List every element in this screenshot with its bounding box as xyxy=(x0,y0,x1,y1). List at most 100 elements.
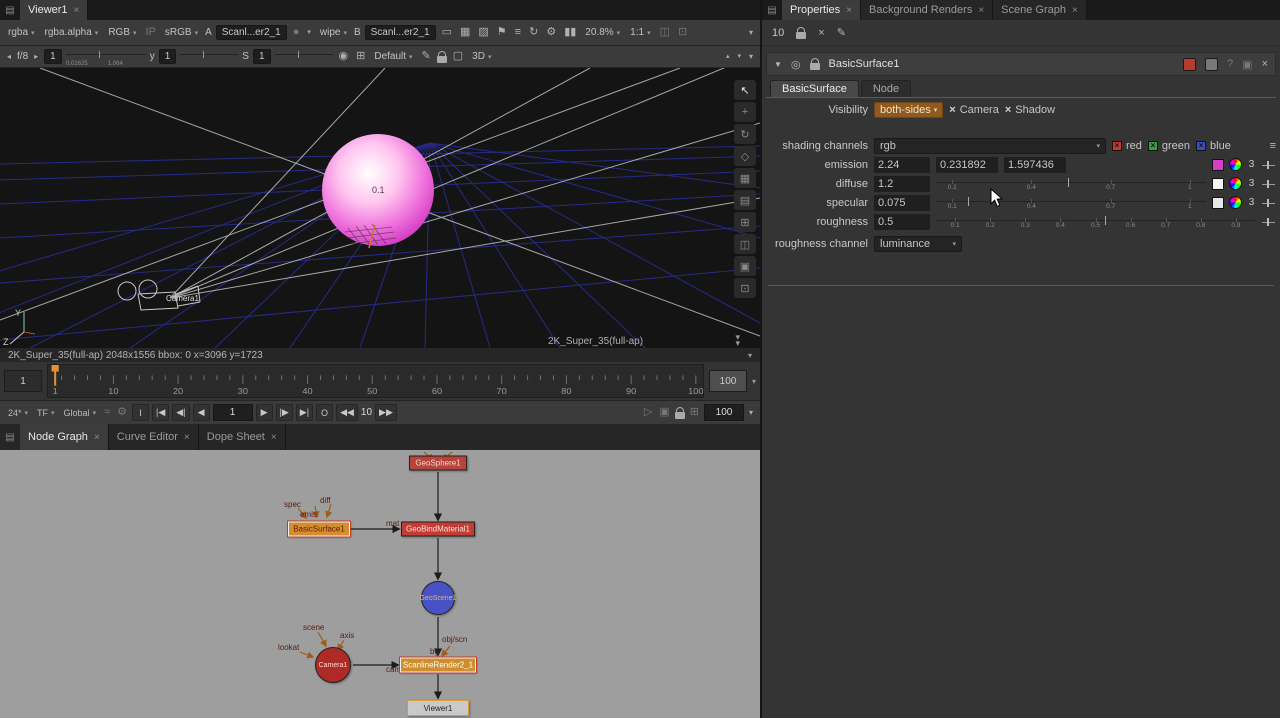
diffuse-color-swatch[interactable] xyxy=(1212,178,1224,190)
range-mode-dropdown[interactable]: Global▾ xyxy=(61,407,100,419)
status-collapse-icon[interactable]: ▾ xyxy=(748,351,752,360)
play-button[interactable]: ▶ xyxy=(256,404,273,421)
a-caret-icon[interactable]: ▾ xyxy=(305,29,313,36)
emission-color-swatch[interactable] xyxy=(1212,159,1224,171)
specular-slider-icon[interactable] xyxy=(1261,197,1276,209)
pane-menu-icon[interactable]: ▤ xyxy=(0,424,20,450)
display-mode-dropdown[interactable]: RGB▾ xyxy=(105,26,139,39)
clear-panels-icon[interactable]: × xyxy=(818,27,824,39)
tab-curve-editor[interactable]: Curve Editor × xyxy=(109,424,199,450)
timeline-ruler[interactable]: 1102030405060708090100 xyxy=(47,364,704,398)
b-buffer-input[interactable]: Scanl...er2_1 xyxy=(365,25,436,40)
tab-scene-graph[interactable]: Scene Graph × xyxy=(993,0,1087,20)
checker-icon[interactable]: ▦ xyxy=(458,27,472,38)
close-icon[interactable]: × xyxy=(94,432,100,443)
fstop-label[interactable]: f/8 xyxy=(17,51,28,62)
node-viewer1[interactable]: Viewer1 xyxy=(407,700,469,716)
goto-start-button[interactable]: |◀ xyxy=(152,404,169,421)
emission-b-field[interactable]: 1.597436 xyxy=(1004,157,1066,173)
pane-menu-icon[interactable]: ▤ xyxy=(0,0,20,20)
emission-r-field[interactable]: 2.24 xyxy=(874,157,930,173)
green-channel-checkbox[interactable]: × green xyxy=(1148,140,1190,152)
viewport-3d-scene[interactable]: 0.1 Camera1 Y Z 2K_Super_35(full-ap) xyxy=(0,68,760,348)
node-scanlinerender2_1[interactable]: ScanlineRender2_1 xyxy=(400,658,476,673)
node-camera1[interactable]: Camera1 xyxy=(315,647,351,683)
shading-channels-dropdown[interactable]: rgb▾ xyxy=(874,138,1106,154)
float-panel-icon[interactable]: ▣ xyxy=(1242,58,1252,71)
timeline-collapse-icon[interactable]: ▾ xyxy=(752,377,756,386)
specular-color-swatch[interactable] xyxy=(1212,197,1224,209)
sat-slider[interactable] xyxy=(275,48,333,66)
node-geoscene1[interactable]: GeoScene1 xyxy=(421,581,455,615)
select-vertex-tool-icon[interactable]: ⊞ xyxy=(734,212,756,232)
pane-menu-icon[interactable]: ▤ xyxy=(762,0,782,20)
specular-field[interactable]: 0.075 xyxy=(874,195,930,211)
grid-icon[interactable]: ⊞ xyxy=(354,51,367,62)
sat-field[interactable]: 1 xyxy=(253,49,271,64)
frame-increment-field[interactable]: 10 xyxy=(361,407,372,418)
specular-channels-button[interactable]: 3 xyxy=(1247,197,1256,208)
node-lock-icon[interactable] xyxy=(810,63,820,70)
roi-icon[interactable]: ◫ xyxy=(658,27,672,38)
guides-icon[interactable]: ≡ xyxy=(513,27,523,38)
pause-icon[interactable]: ▮▮ xyxy=(562,27,578,38)
node-basicsurface1[interactable]: BasicSurface1 xyxy=(288,522,350,537)
toolbar2-overflow-icon[interactable]: ▾ xyxy=(747,53,755,61)
roughness-channel-dropdown[interactable]: luminance▾ xyxy=(874,236,962,252)
diffuse-color-wheel-icon[interactable] xyxy=(1229,177,1242,190)
range-lock-icon[interactable] xyxy=(675,412,685,419)
roughness-field[interactable]: 0.5 xyxy=(874,214,930,230)
cursor-tool-icon[interactable]: ↖ xyxy=(734,80,756,100)
mask-icon[interactable]: ⊡ xyxy=(676,27,689,38)
flipbook-icon[interactable]: ▣ xyxy=(657,407,671,418)
roughness-slider-icon[interactable] xyxy=(1261,216,1276,228)
playback-range-end-field[interactable]: 100 xyxy=(704,404,744,421)
toolbar-overflow-icon[interactable]: ▾ xyxy=(747,29,755,37)
step-back-button[interactable]: ◀ xyxy=(193,404,210,421)
refresh-icon[interactable]: ↻ xyxy=(527,27,540,38)
tab-node-graph[interactable]: Node Graph × xyxy=(20,424,109,450)
tab-background-renders[interactable]: Background Renders × xyxy=(861,0,993,20)
zoom-dropdown[interactable]: 20.8%▾ xyxy=(582,26,623,39)
uniform-scale-tool-icon[interactable]: ▦ xyxy=(734,168,756,188)
tab-basicsurface[interactable]: BasicSurface xyxy=(770,80,859,97)
edit-pencil-icon[interactable]: ✎ xyxy=(837,26,846,39)
gain-slider[interactable]: 0.01625 1.064 xyxy=(66,48,146,66)
layer-dropdown[interactable]: rgba▾ xyxy=(5,26,38,39)
close-icon[interactable]: × xyxy=(74,5,80,16)
diffuse-channels-button[interactable]: 3 xyxy=(1247,178,1256,189)
emission-slider-icon[interactable] xyxy=(1261,159,1276,171)
playback-settings-gear-icon[interactable]: ⚙ xyxy=(115,407,129,418)
select-face-tool-icon[interactable]: ◫ xyxy=(734,234,756,254)
close-icon[interactable]: × xyxy=(1072,5,1078,16)
next-keyframe-button[interactable]: |▶ xyxy=(276,404,293,421)
scroll-up-icon[interactable]: ▴ xyxy=(724,53,732,60)
emission-channels-button[interactable]: 3 xyxy=(1247,159,1256,170)
specular-color-wheel-icon[interactable] xyxy=(1229,196,1242,209)
node-geosphere1[interactable]: GeoSphere1 xyxy=(409,456,467,471)
fstop-plus-icon[interactable]: ▸ xyxy=(32,53,40,61)
a-buffer-input[interactable]: Scanl...er2_1 xyxy=(216,25,287,40)
center-node-icon[interactable]: ◎ xyxy=(791,58,801,71)
blue-channel-checkbox[interactable]: × blue xyxy=(1196,140,1231,152)
viewer-lut-dropdown[interactable]: sRGB▾ xyxy=(162,26,201,39)
scale-tool-icon[interactable]: ◇ xyxy=(734,146,756,166)
range-end-field[interactable]: 100 xyxy=(709,370,747,392)
fullframe-icon[interactable]: ▭ xyxy=(440,27,454,38)
emission-color-wheel-icon[interactable] xyxy=(1229,158,1242,171)
gamma-display-icon[interactable]: ✎ xyxy=(420,51,433,62)
camera-checkbox[interactable]: × Camera xyxy=(949,104,999,116)
select-object-tool-icon[interactable]: ▤ xyxy=(734,190,756,210)
snap-tool-icon[interactable]: ▣ xyxy=(734,256,756,276)
settings-gear-icon[interactable]: ⚙ xyxy=(544,27,558,38)
playback-mode-icon[interactable]: ▷ xyxy=(642,407,654,418)
current-frame-field[interactable]: 1 xyxy=(213,404,253,421)
close-icon[interactable]: × xyxy=(846,5,852,16)
viewport-3d[interactable]: 0.1 Camera1 Y Z 2K_Super_35(full-ap) xyxy=(0,68,760,348)
close-panel-icon[interactable]: × xyxy=(1262,58,1268,70)
frame-range-icon[interactable]: ⊞ xyxy=(688,407,701,418)
visibility-dropdown[interactable]: both-sides▾ xyxy=(874,102,943,118)
gamma-slider[interactable] xyxy=(180,48,238,66)
diffuse-slider-icon[interactable] xyxy=(1261,178,1276,190)
curve-icon[interactable]: ≈ xyxy=(102,407,112,418)
